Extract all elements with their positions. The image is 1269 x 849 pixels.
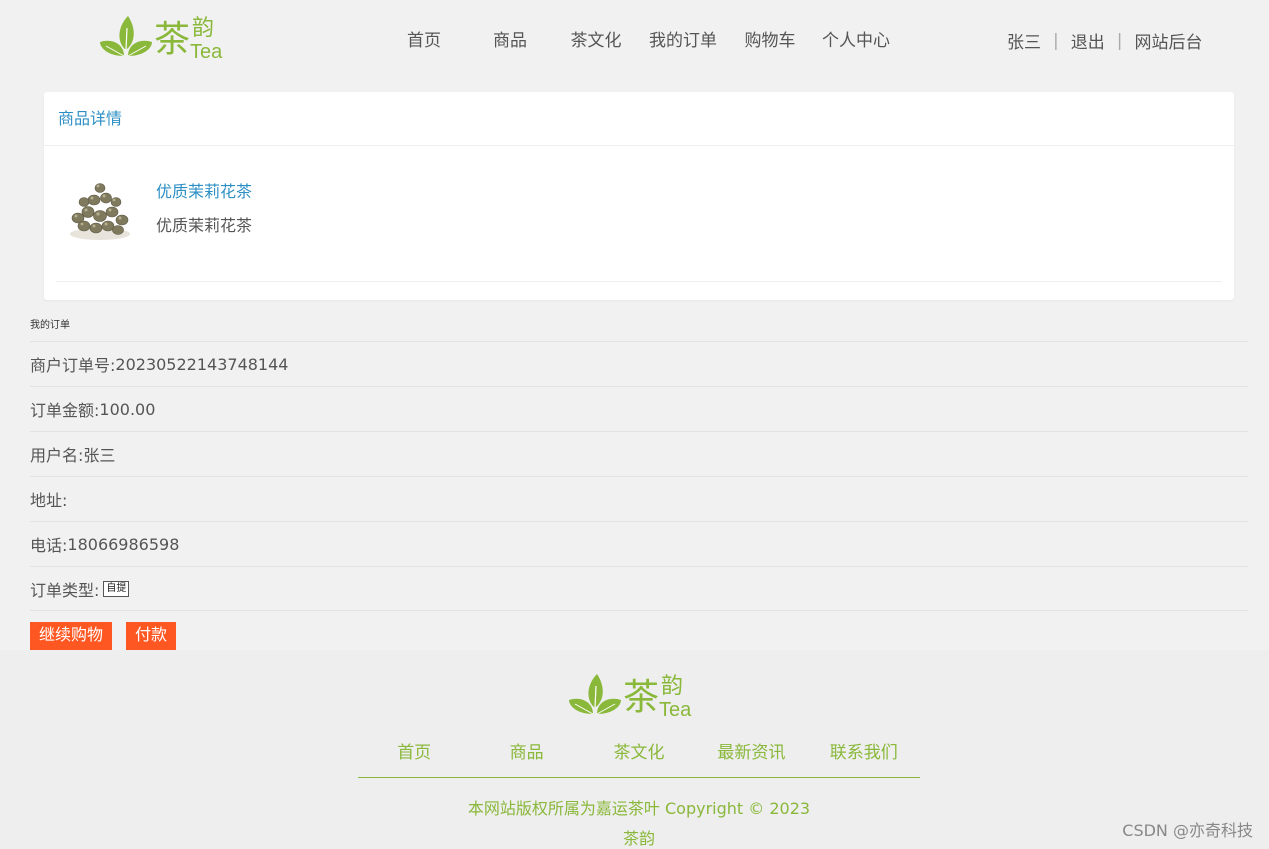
product-description: 优质茉莉花茶 xyxy=(156,216,253,235)
logo-text: 茶 xyxy=(154,19,191,60)
logo-text-2: 韵 Tea xyxy=(659,674,699,721)
username-link[interactable]: 张三 xyxy=(1007,28,1041,53)
nav-item-cart[interactable]: 购物车 xyxy=(726,26,814,51)
footer-divider xyxy=(358,777,920,778)
pay-button[interactable]: 付款 xyxy=(126,622,177,650)
logo-tea-text: Tea xyxy=(659,699,692,721)
user-bar: 张三 | 退出 | 网站后台 xyxy=(1007,28,1202,54)
main-nav: 首页 商品 茶文化 我的订单 购物车 个人中心 xyxy=(380,26,898,51)
order-number-row: 商户订单号: 20230522143748144 xyxy=(30,341,1248,386)
footer-brand: 茶韵 xyxy=(622,829,655,848)
footer-logo[interactable]: 茶 韵 Tea xyxy=(567,672,699,721)
nav-item-profile[interactable]: 个人中心 xyxy=(814,26,898,51)
panel-title: 商品详情 xyxy=(44,92,1234,146)
field-value: 100.00 xyxy=(99,399,156,419)
address-row: 地址: xyxy=(30,476,1248,521)
product-detail-panel: 商品详情 优质茉莉花茶 优质茉莉花茶 xyxy=(44,92,1234,300)
watermark: CSDN @亦奇科技 xyxy=(1122,821,1253,840)
logo-text: 茶 xyxy=(623,677,660,718)
order-type-select[interactable]: 自提 xyxy=(103,580,130,597)
field-value: 20230522143748144 xyxy=(115,354,289,374)
field-label: 电话: xyxy=(30,536,68,555)
field-label: 用户名: xyxy=(30,446,84,465)
copyright-text: 本网站版权所属为嘉运茶叶 Copyright © 2023 xyxy=(467,799,811,818)
order-amount-row: 订单金额: 100.00 xyxy=(30,386,1248,431)
footer-nav-news[interactable]: 最新资讯 xyxy=(695,738,807,763)
order-info-list: 商户订单号: 20230522143748144 订单金额: 100.00 用户名:… xyxy=(30,341,1248,611)
continue-shopping-button[interactable]: 继续购物 xyxy=(30,622,113,650)
field-value: 18066986598 xyxy=(67,534,180,554)
footer-nav-tea-culture[interactable]: 茶文化 xyxy=(583,738,695,763)
site-header: 茶 韵 Tea 首页 商品 茶文化 我的订单 购物车 个人中心 张三 | 退出 … xyxy=(0,0,1269,80)
logo-text-char: 韵 xyxy=(192,16,215,41)
field-label: 订单类型: xyxy=(30,580,100,600)
field-label: 地址: xyxy=(30,491,68,510)
footer-nav-contact[interactable]: 联系我们 xyxy=(808,738,920,763)
site-footer: 茶 韵 Tea 首页 商品 茶文化 最新资讯 联系我们 本网站版权所属为嘉运茶叶… xyxy=(0,650,1269,849)
logo-tea-text: Tea xyxy=(190,41,223,63)
footer-nav-home[interactable]: 首页 xyxy=(358,738,470,763)
admin-link[interactable]: 网站后台 xyxy=(1134,28,1202,53)
footer-nav-products[interactable]: 商品 xyxy=(470,738,582,763)
logout-link[interactable]: 退出 xyxy=(1071,28,1105,53)
nav-item-my-orders[interactable]: 我的订单 xyxy=(640,26,726,51)
orders-section-title: 我的订单 xyxy=(30,320,70,331)
username-row: 用户名: 张三 xyxy=(30,431,1248,476)
site-logo[interactable]: 茶 韵 Tea xyxy=(98,14,230,63)
separator: | xyxy=(1053,30,1059,51)
order-actions: 继续购物 付款 xyxy=(30,622,190,650)
divider xyxy=(56,281,1222,282)
field-value: 张三 xyxy=(83,446,116,465)
field-label: 订单金额: xyxy=(30,401,100,420)
copyright: 本网站版权所属为嘉运茶叶 Copyright © 2023 茶韵 xyxy=(358,794,920,849)
field-label: 商户订单号: xyxy=(30,356,116,375)
logo-text-char: 韵 xyxy=(661,674,684,699)
product-image[interactable] xyxy=(64,172,136,244)
nav-item-products[interactable]: 商品 xyxy=(468,26,552,51)
tea-leaf-icon xyxy=(100,16,152,57)
phone-row: 电话: 18066986598 xyxy=(30,521,1248,566)
separator: | xyxy=(1116,30,1123,51)
logo-text-2: 韵 Tea xyxy=(190,16,230,63)
footer-nav: 首页 商品 茶文化 最新资讯 联系我们 xyxy=(358,738,920,763)
product-name-link[interactable]: 优质茉莉花茶 xyxy=(156,178,252,202)
tea-leaf-icon xyxy=(569,674,621,715)
nav-item-home[interactable]: 首页 xyxy=(380,26,468,51)
nav-item-tea-culture[interactable]: 茶文化 xyxy=(552,26,640,51)
order-type-row: 订单类型: 自提 xyxy=(30,566,1248,611)
